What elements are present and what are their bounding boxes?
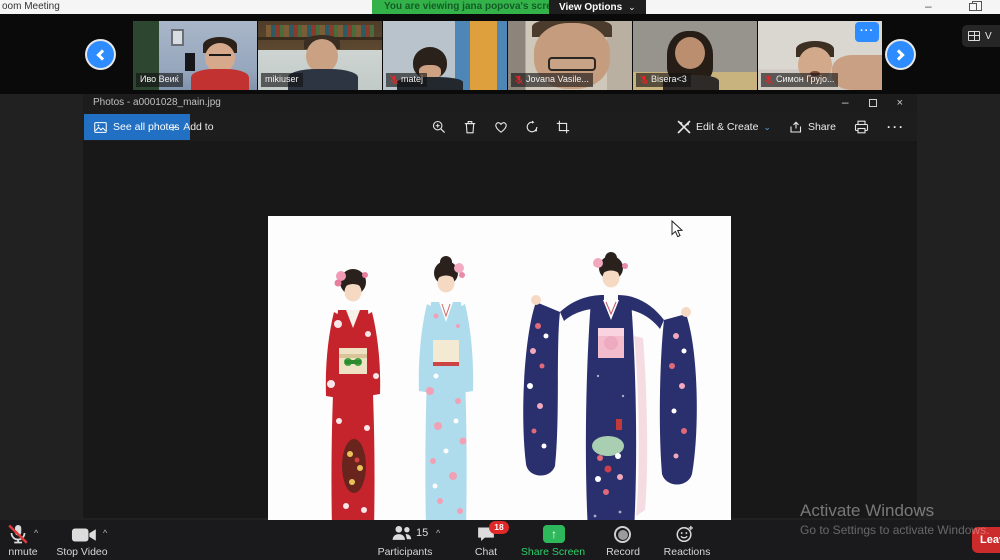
zoom-control-bar: ^ nmute ^ Stop Video 15 ^ Participants 1… [0,520,1000,560]
muted-mic-icon [640,75,648,85]
participant-name: matej [386,73,427,87]
video-tile-ivo[interactable]: Иво Веиќ [133,21,257,90]
stop-video-button[interactable]: Stop Video [50,546,114,558]
view-layout-button[interactable]: V [962,25,1000,47]
window-restore-button[interactable] [969,3,977,11]
chevron-right-icon [893,49,904,60]
video-tile-mikiuser[interactable]: mikiuser [258,21,382,90]
muted-mic-icon [765,75,773,85]
muted-mic-icon [515,75,523,85]
muted-mic-icon [390,75,398,85]
mic-options-chevron[interactable]: ^ [34,528,38,538]
zoom-window-titlebar: oom Meeting You are viewing jana popova'… [0,0,1000,14]
share-button[interactable]: Share [789,120,836,134]
record-button[interactable]: Record [593,546,653,558]
photos-titlebar: Photos - a0001028_main.jpg – × [83,93,917,113]
share-screen-button[interactable]: Share Screen [513,546,593,558]
participant-name: Bisera<3 [636,73,691,87]
zoom-magnifier-icon[interactable] [432,120,446,134]
video-tile-jovana[interactable]: Jovana Vasile... [508,21,632,90]
participants-chevron[interactable]: ^ [436,528,440,538]
participants-button[interactable]: Participants [363,546,447,558]
gallery-grid-icon [968,31,980,41]
video-strip: Иво Веиќ mikiuser matej Jovana Vasile...… [0,14,1000,94]
viewing-screen-banner: You are viewing jana popova's screen [372,0,575,14]
photos-minimize-button[interactable]: – [842,95,849,109]
record-icon[interactable] [614,526,631,543]
print-icon[interactable] [854,120,869,134]
photos-content-area [83,141,917,518]
tile-more-options-button[interactable]: ··· [855,22,879,42]
photos-toolbar: See all photos + Add to Edit & Create ⌄ … [83,113,917,141]
video-options-chevron[interactable]: ^ [103,528,107,538]
more-options-button[interactable]: ··· [887,120,905,134]
reactions-button[interactable]: Reactions [655,546,719,558]
stop-video-icon[interactable] [71,527,97,543]
edit-create-icon [677,120,691,134]
rotate-icon[interactable] [525,120,539,134]
reactions-smiley-icon[interactable] [676,525,694,543]
delete-trash-icon[interactable] [463,120,477,134]
chat-button[interactable]: Chat [462,546,510,558]
photos-window: Photos - a0001028_main.jpg – × See all p… [83,93,917,518]
participant-name: Jovana Vasile... [511,73,593,87]
edit-create-button[interactable]: Edit & Create ⌄ [677,120,771,134]
muted-mic-icon[interactable] [6,524,30,544]
add-to-button[interactable]: + Add to [169,113,214,141]
kimono-photo-graphic [268,216,731,545]
share-icon [789,120,803,134]
photos-restore-button[interactable] [869,99,877,107]
participant-name: Иво Веиќ [136,73,183,87]
video-tile-bisera[interactable]: Bisera<3 [633,21,757,90]
chevron-left-icon [96,49,107,60]
participants-count: 15 [416,527,428,539]
unmute-button[interactable]: nmute [0,546,46,558]
chevron-down-icon: ⌄ [628,2,636,12]
chat-unread-badge: 18 [489,521,509,534]
share-screen-icon[interactable]: ↑ [543,525,565,543]
next-videos-button[interactable] [887,41,914,68]
favorite-heart-icon[interactable] [494,120,508,134]
video-tile-matej[interactable]: matej [383,21,507,90]
plus-icon: + [169,119,177,135]
photo-gallery-icon [94,121,107,134]
mouse-cursor [671,220,683,238]
participants-icon[interactable] [391,525,413,541]
participant-name: Симон Грујо... [761,73,838,87]
leave-button[interactable]: Leav [972,527,1000,553]
zoom-window-title: oom Meeting [2,1,60,12]
chevron-down-icon: ⌄ [763,122,771,133]
window-minimize-button[interactable]: – [925,0,932,13]
view-options-button[interactable]: View Options⌄ [549,0,646,14]
video-tile-simon[interactable]: ··· Симон Грујо... [758,21,882,90]
participant-name: mikiuser [261,73,303,87]
crop-icon[interactable] [556,120,570,134]
photo-kimono-trio [268,216,731,545]
photos-window-title: Photos - a0001028_main.jpg [93,97,221,108]
previous-videos-button[interactable] [87,41,114,68]
photos-close-button[interactable]: × [897,97,903,109]
